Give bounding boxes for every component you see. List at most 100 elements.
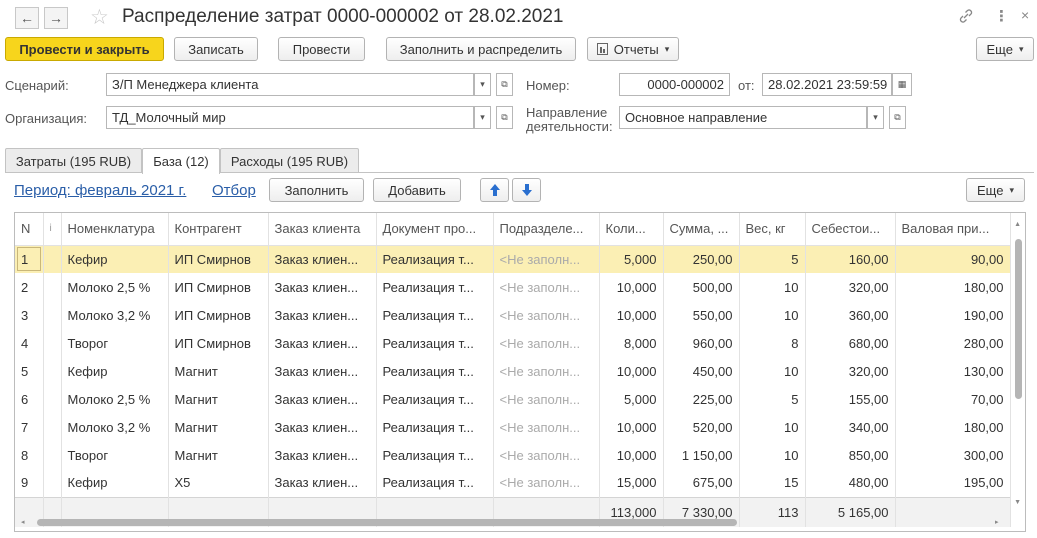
col-cost[interactable]: Себестои... (805, 213, 896, 246)
base-table[interactable]: N і Номенклатура Контрагент Заказ клиент… (14, 212, 1026, 532)
scroll-down-icon[interactable]: ▼ (1014, 499, 1021, 506)
cell-gross-profit[interactable]: 70,00 (895, 385, 1011, 413)
save-button[interactable]: Записать (174, 37, 258, 61)
cell-weight[interactable]: 10 (739, 301, 806, 329)
cell-n[interactable]: 3 (15, 301, 44, 329)
cell-order[interactable]: Заказ клиен... (268, 413, 377, 441)
more-menu-button[interactable]: Еще ▾ (976, 37, 1034, 61)
col-weight[interactable]: Вес, кг (739, 213, 806, 246)
add-button[interactable]: Добавить (373, 178, 461, 202)
table-row[interactable]: 2 Молоко 2,5 % ИП Смирнов Заказ клиен... Реа… (15, 273, 1011, 301)
cell-order[interactable]: Заказ клиен... (268, 441, 377, 469)
cell-order[interactable]: Заказ клиен... (268, 301, 377, 329)
cell-counterparty[interactable]: Магнит (168, 385, 269, 413)
back-button[interactable]: ← (15, 7, 39, 29)
fill-and-distribute-button[interactable]: Заполнить и распределить (386, 37, 576, 61)
cell-gross-profit[interactable]: 280,00 (895, 329, 1011, 357)
cell-gross-profit[interactable]: 300,00 (895, 441, 1011, 469)
cell-weight[interactable]: 10 (739, 413, 806, 441)
cell-n[interactable]: 2 (15, 273, 44, 301)
close-icon[interactable]: × (1021, 7, 1029, 23)
cell-nomenclature[interactable]: Кефир (61, 357, 169, 385)
cell-gross-profit[interactable]: 180,00 (895, 273, 1011, 301)
post-and-close-button[interactable]: Провести и закрыть (5, 37, 164, 61)
cell-order[interactable]: Заказ клиен... (268, 469, 377, 497)
cell-n[interactable]: 6 (15, 385, 44, 413)
cell-counterparty[interactable]: ИП Смирнов (168, 273, 269, 301)
cell-gross-profit[interactable]: 195,00 (895, 469, 1011, 497)
table-more-button[interactable]: Еще ▾ (966, 178, 1025, 202)
calendar-icon[interactable]: ▦ (892, 73, 912, 96)
cell-sum[interactable]: 500,00 (663, 273, 740, 301)
table-row[interactable]: 3 Молоко 3,2 % ИП Смирнов Заказ клиен... Реа… (15, 301, 1011, 329)
cell-nomenclature[interactable]: Молоко 3,2 % (61, 413, 169, 441)
cell-qty[interactable]: 10,000 (599, 413, 664, 441)
period-link[interactable]: Период: февраль 2021 г. (14, 182, 186, 199)
reports-button[interactable]: Отчеты ▾ (587, 37, 679, 61)
cell-department[interactable]: <Не заполн... (493, 385, 600, 413)
forward-button[interactable]: → (44, 7, 68, 29)
horizontal-scroll-thumb[interactable] (37, 519, 737, 526)
cell-qty[interactable]: 15,000 (599, 469, 664, 497)
cell-sum[interactable]: 225,00 (663, 385, 740, 413)
cell-department[interactable]: <Не заполн... (493, 413, 600, 441)
cell-department[interactable]: <Не заполн... (493, 357, 600, 385)
cell-nomenclature[interactable]: Творог (61, 329, 169, 357)
cell-flag[interactable] (43, 273, 62, 301)
col-department[interactable]: Подразделе... (493, 213, 600, 246)
cell-department[interactable]: <Не заполн... (493, 441, 600, 469)
tab-base[interactable]: База (12) (142, 148, 220, 174)
cell-department[interactable]: <Не заполн... (493, 469, 600, 497)
table-row[interactable]: 6 Молоко 2,5 % Магнит Заказ клиен... Реализа… (15, 385, 1011, 413)
cell-counterparty[interactable]: Магнит (168, 441, 269, 469)
col-gross-profit[interactable]: Валовая при... (895, 213, 1011, 246)
cell-sum[interactable]: 1 150,00 (663, 441, 740, 469)
cell-sum[interactable]: 520,00 (663, 413, 740, 441)
cell-cost[interactable]: 155,00 (805, 385, 896, 413)
cell-qty[interactable]: 10,000 (599, 441, 664, 469)
cell-weight[interactable]: 10 (739, 273, 806, 301)
cell-document[interactable]: Реализация т... (376, 469, 494, 497)
col-sum[interactable]: Сумма, ... (663, 213, 740, 246)
cell-counterparty[interactable]: Магнит (168, 357, 269, 385)
cell-order[interactable]: Заказ клиен... (268, 329, 377, 357)
dropdown-icon[interactable]: ▾ (474, 106, 491, 129)
cell-order[interactable]: Заказ клиен... (268, 245, 377, 273)
col-order[interactable]: Заказ клиента (268, 213, 377, 246)
cell-qty[interactable]: 5,000 (599, 245, 664, 273)
link-icon[interactable] (958, 8, 974, 27)
cell-n[interactable]: 7 (15, 413, 44, 441)
organization-field[interactable]: ТД_Молочный мир (106, 106, 474, 129)
cell-flag[interactable] (43, 357, 62, 385)
number-field[interactable]: 0000-000002 (619, 73, 730, 96)
dropdown-icon[interactable]: ▾ (867, 106, 884, 129)
scenario-field[interactable]: З/П Менеджера клиента (106, 73, 474, 96)
favorite-star-icon[interactable]: ☆ (90, 5, 109, 30)
fill-button[interactable]: Заполнить (269, 178, 364, 202)
cell-flag[interactable] (43, 441, 62, 469)
cell-qty[interactable]: 8,000 (599, 329, 664, 357)
cell-cost[interactable]: 320,00 (805, 273, 896, 301)
cell-weight[interactable]: 15 (739, 469, 806, 497)
cell-cost[interactable]: 160,00 (805, 245, 896, 273)
cell-qty[interactable]: 10,000 (599, 301, 664, 329)
cell-order[interactable]: Заказ клиен... (268, 357, 377, 385)
table-row[interactable]: 1 Кефир ИП Смирнов Заказ клиен... Реализация… (15, 245, 1011, 273)
col-counterparty[interactable]: Контрагент (168, 213, 269, 246)
cell-department[interactable]: <Не заполн... (493, 273, 600, 301)
more-icon[interactable]: ⋮ (994, 7, 1009, 25)
move-down-button[interactable] (512, 178, 541, 202)
table-row[interactable]: 5 Кефир Магнит Заказ клиен... Реализация т..… (15, 357, 1011, 385)
cell-sum[interactable]: 250,00 (663, 245, 740, 273)
cell-n[interactable]: 9 (15, 469, 44, 497)
col-qty[interactable]: Коли... (599, 213, 664, 246)
cell-gross-profit[interactable]: 130,00 (895, 357, 1011, 385)
cell-weight[interactable]: 8 (739, 329, 806, 357)
cell-document[interactable]: Реализация т... (376, 385, 494, 413)
cell-document[interactable]: Реализация т... (376, 357, 494, 385)
cell-gross-profit[interactable]: 90,00 (895, 245, 1011, 273)
cell-flag[interactable] (43, 385, 62, 413)
table-row[interactable]: 7 Молоко 3,2 % Магнит Заказ клиен... Реализа… (15, 413, 1011, 441)
cell-document[interactable]: Реализация т... (376, 273, 494, 301)
cell-nomenclature[interactable]: Кефир (61, 469, 169, 497)
